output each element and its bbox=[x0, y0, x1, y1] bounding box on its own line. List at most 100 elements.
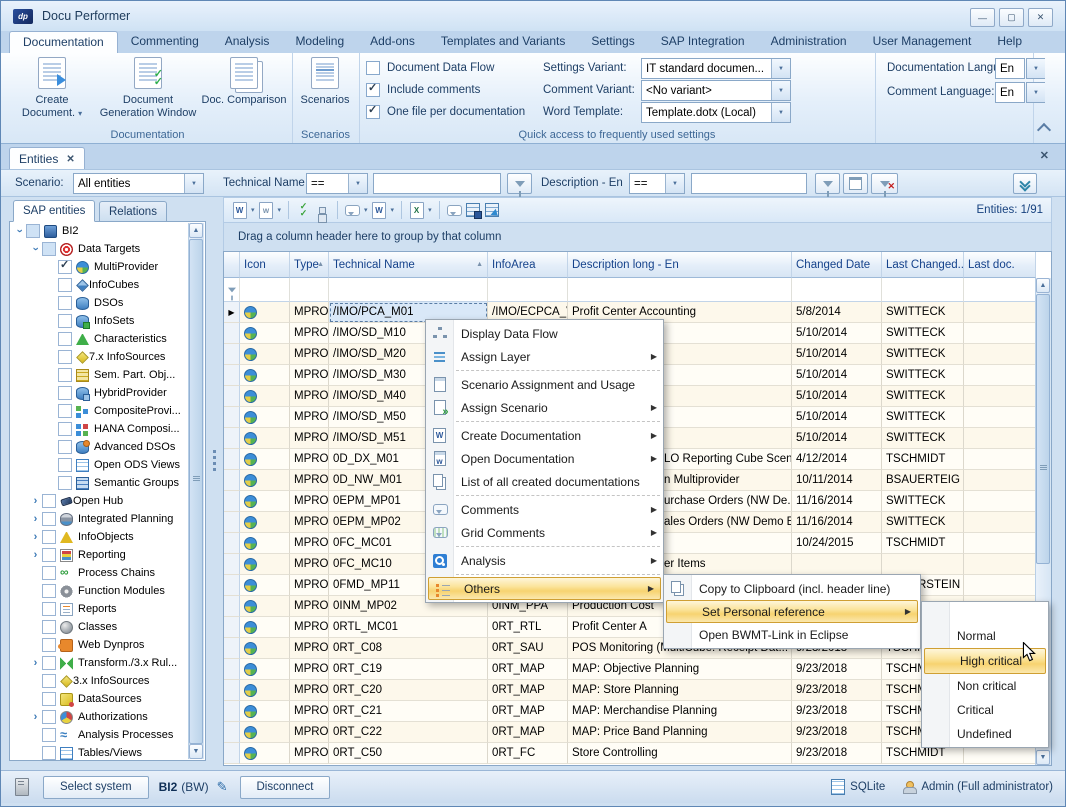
checkbox-unchecked-icon[interactable] bbox=[42, 566, 56, 580]
filter-row-cell[interactable] bbox=[329, 278, 488, 302]
collapsed-arrow-icon[interactable]: › bbox=[29, 658, 42, 668]
dropdown-arrow-icon[interactable]: ▾ bbox=[278, 206, 282, 214]
doc-comparison-button[interactable]: Doc. Comparison bbox=[199, 57, 289, 131]
close-icon[interactable]: ✕ bbox=[1028, 8, 1053, 27]
filter-row-cell[interactable] bbox=[488, 278, 568, 302]
ribbon-tab-add-ons[interactable]: Add-ons bbox=[357, 31, 428, 53]
grid-refresh-button[interactable] bbox=[484, 202, 501, 219]
checkbox-unchecked-icon[interactable] bbox=[58, 368, 72, 382]
column-header-last-changed[interactable]: Last Changed... bbox=[882, 252, 964, 278]
filter-row-cell[interactable] bbox=[882, 278, 964, 302]
checkbox-unchecked-icon[interactable] bbox=[58, 278, 72, 292]
menu-item-assign-layer[interactable]: Assign Layer▶ bbox=[426, 345, 663, 368]
chevron-down-icon[interactable]: ▼ bbox=[665, 174, 684, 193]
excel-export-button[interactable]: X bbox=[408, 202, 425, 219]
tree-item-infosets[interactable]: InfoSets bbox=[10, 312, 205, 330]
collapsed-arrow-icon[interactable]: › bbox=[29, 514, 42, 524]
checkbox-unchecked-icon[interactable] bbox=[42, 746, 56, 760]
tree-item-characteristics[interactable]: Characteristics bbox=[10, 330, 205, 348]
ribbon-tab-documentation[interactable]: Documentation bbox=[9, 31, 118, 53]
tree-item-process-chains[interactable]: Process Chains bbox=[10, 564, 205, 582]
collapsed-arrow-icon[interactable]: › bbox=[29, 496, 42, 506]
dropdown-settings-variant[interactable]: IT standard documen...▼ bbox=[641, 58, 791, 79]
checkbox-unchecked-icon[interactable] bbox=[42, 656, 56, 670]
maximize-icon[interactable]: ▢ bbox=[999, 8, 1024, 27]
tree-item-analysis-processes[interactable]: Analysis Processes bbox=[10, 726, 205, 744]
database-label[interactable]: SQLite bbox=[850, 781, 885, 793]
table-row[interactable]: MPRO0RT_C500RT_FCStore Controlling9/23/2… bbox=[224, 743, 1036, 764]
checkbox-unchecked-icon[interactable] bbox=[42, 584, 56, 598]
checkbox-unchecked-icon[interactable] bbox=[42, 692, 56, 706]
column-header-icon[interactable]: Icon bbox=[240, 252, 290, 278]
column-header-type[interactable]: Type▲ bbox=[290, 252, 329, 278]
column-header-technical-name[interactable]: Technical Name▲ bbox=[329, 252, 488, 278]
filter-row-cell[interactable] bbox=[568, 278, 792, 302]
tree-item-hana-composi[interactable]: HANA Composi... bbox=[10, 420, 205, 438]
scenarios-button[interactable]: Scenarios bbox=[294, 57, 356, 131]
scroll-up-icon[interactable]: ▲ bbox=[1036, 278, 1050, 293]
menu-item-critical[interactable]: Critical bbox=[922, 698, 1048, 722]
checkbox-unchecked-icon[interactable] bbox=[58, 386, 72, 400]
dropdown-arrow-icon[interactable]: ▾ bbox=[391, 206, 395, 214]
close-panel-icon[interactable]: ✕ bbox=[1040, 149, 1049, 162]
checkbox-unchecked-icon[interactable] bbox=[58, 440, 72, 454]
tree-item-hybridprovider[interactable]: HybridProvider bbox=[10, 384, 205, 402]
speech-bubble-button[interactable] bbox=[446, 202, 463, 219]
checkbox-unchecked-icon[interactable] bbox=[42, 638, 56, 652]
tab-entities[interactable]: Entities ✕ bbox=[9, 147, 85, 170]
ribbon-tab-administration[interactable]: Administration bbox=[758, 31, 860, 53]
collapsed-arrow-icon[interactable]: › bbox=[29, 712, 42, 722]
expanded-arrow-icon[interactable]: › bbox=[31, 243, 41, 256]
checkbox-unchecked-icon[interactable] bbox=[42, 512, 56, 526]
collapse-ribbon-icon[interactable] bbox=[1037, 123, 1051, 137]
ribbon-checkbox-document-data-flow[interactable]: Document Data Flow bbox=[366, 60, 494, 76]
clear-filter-button[interactable]: ✕ bbox=[871, 173, 898, 194]
tree-item-infocubes[interactable]: InfoCubes bbox=[10, 276, 205, 294]
menu-item-set-personal-reference[interactable]: Set Personal reference▶ bbox=[666, 600, 918, 623]
ribbon-checkbox-one-file-per-documentation[interactable]: One file per documentation bbox=[366, 104, 525, 120]
menu-item-undefined[interactable]: Undefined bbox=[922, 722, 1048, 746]
checkbox-unchecked-icon[interactable] bbox=[58, 404, 72, 418]
technical-name-input[interactable] bbox=[373, 173, 501, 194]
checkbox-unchecked-icon[interactable] bbox=[42, 530, 56, 544]
chevron-down-icon[interactable]: ▼ bbox=[348, 174, 367, 193]
tree-item-classes[interactable]: Classes bbox=[10, 618, 205, 636]
tree-item-bi2[interactable]: ›BI2 bbox=[10, 222, 205, 240]
tree-item-open-ods-views[interactable]: Open ODS Views bbox=[10, 456, 205, 474]
tree-item-multiprovider[interactable]: MultiProvider bbox=[10, 258, 205, 276]
menu-item-analysis[interactable]: Analysis▶ bbox=[426, 549, 663, 572]
tree-item-function-modules[interactable]: Function Modules bbox=[10, 582, 205, 600]
checkbox-unchecked-icon[interactable] bbox=[58, 422, 72, 436]
checkbox-unchecked-icon[interactable] bbox=[42, 728, 56, 742]
dropdown-comment-language[interactable]: En bbox=[995, 82, 1025, 103]
ribbon-tab-settings[interactable]: Settings bbox=[578, 31, 647, 53]
dropdown-arrow-icon[interactable]: ▾ bbox=[251, 206, 255, 214]
close-tab-icon[interactable]: ✕ bbox=[66, 154, 74, 165]
tree-item-datasources[interactable]: DataSources bbox=[10, 690, 205, 708]
filter-row-cell[interactable] bbox=[792, 278, 882, 302]
ribbon-tab-help[interactable]: Help bbox=[984, 31, 1035, 53]
disconnect-button[interactable]: Disconnect bbox=[240, 776, 331, 799]
dropdown-comment-variant[interactable]: <No variant>▼ bbox=[641, 80, 791, 101]
scenario-dropdown[interactable]: All entities ▼ bbox=[73, 173, 204, 194]
checkbox-checked-icon[interactable] bbox=[58, 260, 72, 274]
checkbox-unchecked-icon[interactable] bbox=[42, 602, 56, 616]
table-row[interactable]: MPRO0RT_C220RT_MAPMAP: Price Band Planni… bbox=[224, 722, 1036, 743]
chevron-down-icon[interactable]: ▼ bbox=[1027, 83, 1045, 102]
dropdown-arrow-icon[interactable]: ▾ bbox=[364, 206, 368, 214]
grid-save-button[interactable] bbox=[465, 202, 482, 219]
tree-item-web-dynpros[interactable]: Web Dynpros bbox=[10, 636, 205, 654]
menu-item-assign-scenario[interactable]: Assign Scenario▶ bbox=[426, 396, 663, 419]
menu-item-comments[interactable]: Comments▶ bbox=[426, 498, 663, 521]
dropdown-arrow-icon[interactable]: ▾ bbox=[428, 206, 432, 214]
chevron-down-icon[interactable]: ▼ bbox=[1027, 59, 1045, 78]
tree-item-integrated-planning[interactable]: ›Integrated Planning bbox=[10, 510, 205, 528]
word-open-button[interactable]: w bbox=[258, 202, 275, 219]
tree-item-infoobjects[interactable]: ›InfoObjects bbox=[10, 528, 205, 546]
ribbon-tab-templates-and-variants[interactable]: Templates and Variants bbox=[428, 31, 579, 53]
select-system-button[interactable]: Select system bbox=[43, 776, 149, 799]
scroll-down-icon[interactable]: ▼ bbox=[189, 744, 203, 759]
tree-item-tables-views[interactable]: Tables/Views bbox=[10, 744, 205, 761]
table-row[interactable]: MPRO0RT_C190RT_MAPMAP: Objective Plannin… bbox=[224, 659, 1036, 680]
document-generation-window-button[interactable]: Document Generation Window bbox=[99, 57, 197, 131]
